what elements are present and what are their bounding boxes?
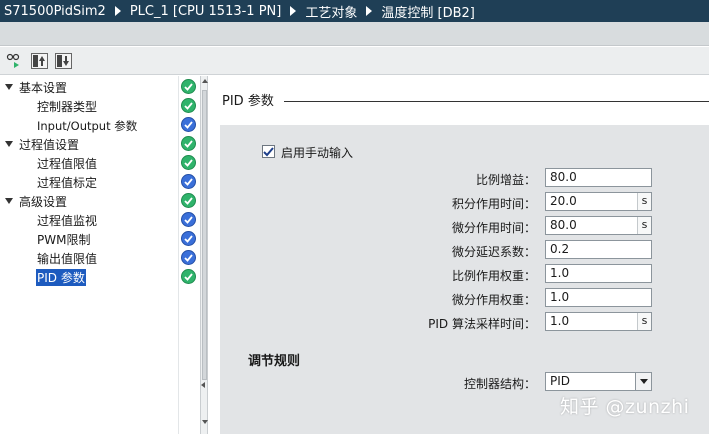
status-default-icon bbox=[181, 174, 196, 189]
status-ok-icon bbox=[181, 98, 196, 113]
tree-item-pid-parameters[interactable]: PID 参数 bbox=[0, 268, 200, 287]
status-ok-icon bbox=[181, 269, 196, 284]
expand-arrow-icon[interactable] bbox=[5, 141, 13, 147]
status-default-icon bbox=[181, 250, 196, 265]
breadcrumb: S71500PidSim2 PLC_1 [CPU 1513-1 PN] 工艺对象… bbox=[0, 0, 709, 22]
tree-item-label: PWM限制 bbox=[37, 233, 91, 247]
field-proportional-weighting: 比例作用权重： 1.0 bbox=[300, 264, 709, 284]
status-ok-icon bbox=[181, 155, 196, 170]
tree-item-label: 基本设置 bbox=[19, 81, 68, 95]
field-pid-sample-time: PID 算法采样时间： 1.0 s bbox=[300, 312, 709, 332]
tree-item-label: PID 参数 bbox=[36, 269, 86, 286]
field-label: 微分延迟系数： bbox=[451, 245, 536, 259]
status-default-icon bbox=[181, 117, 196, 132]
tree-item-label: 过程值标定 bbox=[37, 176, 98, 190]
expand-arrow-icon[interactable] bbox=[5, 198, 13, 204]
scroll-down-arrow-icon[interactable] bbox=[202, 420, 208, 424]
scroll-up-arrow-icon[interactable] bbox=[202, 79, 208, 83]
watermark: 知乎 @zunzhi bbox=[560, 396, 690, 418]
proportional-weighting-input[interactable]: 1.0 bbox=[545, 264, 652, 283]
status-default-icon bbox=[181, 212, 196, 227]
collapse-panel-arrow-icon[interactable] bbox=[201, 382, 205, 388]
expand-arrow-icon[interactable] bbox=[5, 84, 13, 90]
field-derivative-delay-coefficient: 微分延迟系数： 0.2 bbox=[300, 240, 709, 260]
field-label: 控制器结构： bbox=[463, 377, 536, 391]
field-label: 微分作用权重： bbox=[451, 293, 536, 307]
tree-item-output-value-limits[interactable]: 输出值限值 bbox=[0, 249, 200, 268]
upload-icon[interactable] bbox=[30, 52, 48, 70]
breadcrumb-project[interactable]: S71500PidSim2 bbox=[4, 4, 106, 19]
tree-item-label: 过程值监视 bbox=[37, 214, 98, 228]
tree-item-controller-type[interactable]: 控制器类型 bbox=[0, 97, 200, 116]
tree-item-process-value-scaling[interactable]: 过程值标定 bbox=[0, 173, 200, 192]
checkmark-icon bbox=[263, 146, 274, 156]
derivative-time-input[interactable]: 80.0 s bbox=[545, 216, 652, 235]
tree-item-process-value-limits[interactable]: 过程值限值 bbox=[0, 154, 200, 173]
tree-item-label: 过程值设置 bbox=[19, 138, 80, 152]
settings-tree: 基本设置 控制器类型 Input/Output 参数 过程值设置 过程值限值 过… bbox=[0, 76, 200, 434]
status-ok-icon bbox=[181, 136, 196, 151]
tree-group-process-value-settings[interactable]: 过程值设置 bbox=[0, 135, 200, 154]
manual-entry-label: 启用手动输入 bbox=[281, 146, 354, 160]
field-label: 微分作用时间： bbox=[451, 221, 536, 235]
tree-group-basic-settings[interactable]: 基本设置 bbox=[0, 78, 200, 97]
tree-item-label: Input/Output 参数 bbox=[37, 118, 138, 133]
tree-item-process-value-monitoring[interactable]: 过程值监视 bbox=[0, 211, 200, 230]
pid-sample-time-input[interactable]: 1.0 s bbox=[545, 312, 652, 331]
tuning-rules-heading: 调节规则 bbox=[248, 354, 301, 369]
monitor-toggle-icon[interactable] bbox=[6, 52, 24, 70]
dropdown-arrow-icon[interactable] bbox=[635, 373, 651, 390]
status-default-icon bbox=[181, 231, 196, 246]
tree-item-label: 控制器类型 bbox=[37, 100, 98, 114]
tree-item-label: 输出值限值 bbox=[37, 252, 98, 266]
derivative-delay-coefficient-input[interactable]: 0.2 bbox=[545, 240, 652, 259]
unit-label: s bbox=[637, 313, 651, 330]
toolbar bbox=[0, 47, 709, 75]
tree-scrollbar[interactable] bbox=[200, 76, 208, 434]
status-ok-icon bbox=[181, 79, 196, 94]
field-label: 积分作用时间： bbox=[451, 197, 536, 211]
field-label: PID 算法采样时间： bbox=[428, 317, 536, 331]
breadcrumb-temperature-control[interactable]: 温度控制 [DB2] bbox=[381, 2, 474, 21]
download-icon[interactable] bbox=[54, 52, 72, 70]
manual-entry-checkbox[interactable] bbox=[262, 145, 275, 158]
tree-item-pwm-limits[interactable]: PWM限制 bbox=[0, 230, 200, 249]
scroll-thumb[interactable] bbox=[202, 90, 207, 380]
tree-item-label: 高级设置 bbox=[19, 195, 68, 209]
field-derivative-time: 微分作用时间： 80.0 s bbox=[300, 216, 709, 236]
section-title: PID 参数 bbox=[222, 90, 280, 109]
tree-group-advanced-settings[interactable]: 高级设置 bbox=[0, 192, 200, 211]
tree-item-label: 过程值限值 bbox=[37, 157, 98, 171]
field-label: 比例作用权重： bbox=[451, 269, 536, 283]
status-ok-icon bbox=[181, 193, 196, 208]
proportional-gain-input[interactable]: 80.0 bbox=[545, 168, 652, 187]
field-integral-time: 积分作用时间： 20.0 s bbox=[300, 192, 709, 212]
field-proportional-gain: 比例增益： 80.0 bbox=[300, 168, 709, 188]
derivative-weighting-input[interactable]: 1.0 bbox=[545, 288, 652, 307]
field-label: 比例增益： bbox=[475, 173, 536, 187]
unit-label: s bbox=[637, 217, 651, 234]
tree-item-io-parameters[interactable]: Input/Output 参数 bbox=[0, 116, 200, 135]
unit-label: s bbox=[637, 193, 651, 210]
field-derivative-weighting: 微分作用权重： 1.0 bbox=[300, 288, 709, 308]
integral-time-input[interactable]: 20.0 s bbox=[545, 192, 652, 211]
field-controller-structure: 控制器结构： PID bbox=[300, 372, 709, 392]
breadcrumb-technology-objects[interactable]: 工艺对象 bbox=[305, 2, 357, 21]
controller-structure-select[interactable]: PID bbox=[545, 372, 652, 391]
breadcrumb-separator-icon bbox=[114, 6, 121, 16]
breadcrumb-separator-icon bbox=[366, 6, 373, 16]
breadcrumb-plc[interactable]: PLC_1 [CPU 1513-1 PN] bbox=[130, 4, 282, 19]
section-divider bbox=[284, 101, 709, 102]
breadcrumb-separator-icon bbox=[290, 6, 297, 16]
header-band bbox=[0, 22, 709, 46]
